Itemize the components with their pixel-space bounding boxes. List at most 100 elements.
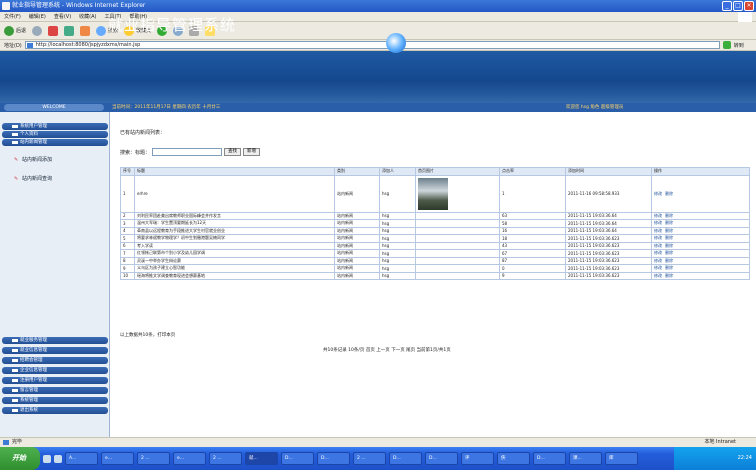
cell-category: 站内新闻: [334, 219, 380, 228]
col-image: 首页图片: [415, 167, 500, 176]
taskbar-task[interactable]: 就...: [245, 452, 278, 465]
cell-index: 6: [120, 241, 135, 250]
col-added: 添加时间: [565, 167, 652, 176]
menu-file[interactable]: 文件(F): [4, 13, 21, 20]
sidebar-group-7[interactable]: 系统管理: [2, 397, 108, 404]
taskbar-task[interactable]: 2 ...: [209, 452, 242, 465]
menu-favorites[interactable]: 收藏(A): [79, 13, 96, 20]
close-button[interactable]: ×: [744, 1, 754, 11]
sidebar-group-system-users[interactable]: 系统用户管理: [2, 123, 108, 130]
sidebar-group-1[interactable]: 就业服务管理: [2, 337, 108, 344]
taskbar: 开始 A... e... 2 ... e... 2 ... 就... D... D... 2 .…: [0, 447, 756, 470]
taskbar-task[interactable]: D...: [533, 452, 566, 465]
refresh-button[interactable]: [64, 25, 75, 36]
cell-author: hsg: [379, 241, 416, 250]
cell-title[interactable]: 灵溪一中举办学生辩论赛: [134, 256, 335, 265]
edit-link[interactable]: 修改: [654, 250, 662, 255]
taskbar-task[interactable]: A...: [65, 452, 98, 465]
home-button[interactable]: [80, 25, 91, 36]
maximize-button[interactable]: □: [733, 1, 743, 11]
cell-image: [415, 249, 500, 258]
taskbar-task[interactable]: e...: [173, 452, 206, 465]
edit-link[interactable]: 修改: [654, 265, 662, 270]
pager[interactable]: 共10条记录 10条/页 首页 上一页 下一页 尾页 当前第1页/共1页: [323, 347, 451, 353]
taskbar-task[interactable]: 2 ...: [137, 452, 170, 465]
taskbar-task[interactable]: 侠: [497, 452, 530, 465]
cell-author: hsg: [379, 271, 416, 280]
windows-logo-icon: [738, 12, 752, 22]
go-arrow-icon[interactable]: [722, 41, 731, 49]
taskbar-task[interactable]: 课...: [569, 452, 602, 465]
cell-title[interactable]: 义乌区为孩子建立心智功能: [134, 264, 335, 273]
edit-link[interactable]: 修改: [654, 191, 662, 196]
delete-link[interactable]: 删除: [665, 273, 673, 278]
sidebar-group-news[interactable]: 站内新闻管理: [2, 139, 108, 146]
sidebar-group-2[interactable]: 就业信息管理: [2, 347, 108, 354]
clock: 22:24: [737, 455, 752, 461]
delete-link[interactable]: 删除: [665, 250, 673, 255]
cell-image: [415, 271, 500, 280]
cell-title[interactable]: 红领帐己联第市个别小学及幼儿园学调: [134, 249, 335, 258]
sidebar-group-5[interactable]: 注册用户管理: [2, 377, 108, 384]
delete-link[interactable]: 删除: [665, 235, 673, 240]
edit-link[interactable]: 修改: [654, 220, 662, 225]
edit-link[interactable]: 修改: [654, 235, 662, 240]
sidebar-group-6[interactable]: 留言管理: [2, 387, 108, 394]
cell-title[interactable]: 考入学读: [134, 241, 335, 250]
folder-icon: [12, 141, 18, 144]
cell-title[interactable]: 瑶海将推文学调查教育现进会想赛基地: [134, 271, 335, 280]
sidebar-group-3[interactable]: 招聘会管理: [2, 357, 108, 364]
edit-link[interactable]: 修改: [654, 273, 662, 278]
minimize-button[interactable]: _: [722, 1, 732, 11]
sidebar-group-4[interactable]: 企业信息管理: [2, 367, 108, 374]
delete-link[interactable]: 删除: [665, 191, 673, 196]
sidebar-item-news-add[interactable]: ✎ 站内新闻添加: [14, 156, 52, 163]
address-input[interactable]: http://localhost:8080/jspjyzdxms/main.js…: [24, 41, 720, 49]
folder-icon: [12, 399, 18, 402]
delete-link[interactable]: 删除: [665, 258, 673, 263]
quicklaunch-desktop-icon[interactable]: [54, 454, 62, 463]
start-button[interactable]: 开始: [0, 447, 40, 470]
edit-link[interactable]: 修改: [654, 213, 662, 218]
back-button[interactable]: 后退: [4, 25, 26, 36]
menu-view[interactable]: 查看(V): [54, 13, 71, 20]
cell-title[interactable]: 刘利民率团赴美出席教师职业国际峰会并作发言: [134, 211, 335, 220]
taskbar-task[interactable]: D...: [317, 452, 350, 465]
delete-link[interactable]: 删除: [665, 213, 673, 218]
taskbar-task[interactable]: D...: [389, 452, 422, 465]
cell-author: hsg: [379, 234, 416, 243]
taskbar-task[interactable]: e...: [101, 452, 134, 465]
delete-link[interactable]: 删除: [665, 228, 673, 233]
edit-link[interactable]: 修改: [654, 243, 662, 248]
search-icon: [96, 25, 107, 36]
taskbar-task[interactable]: 2 ...: [353, 452, 386, 465]
edit-link[interactable]: 修改: [654, 228, 662, 233]
cell-title[interactable]: 革南县以远程教育为手段推进大学生村官就业创业: [134, 226, 335, 235]
cell-ops: 修改 删除: [651, 174, 750, 213]
cell-index: 7: [120, 249, 135, 258]
add-button[interactable]: 新增: [243, 148, 261, 156]
taskbar-task[interactable]: 库: [605, 452, 638, 465]
edit-link[interactable]: 修改: [654, 258, 662, 263]
address-label: 地址(D): [4, 42, 22, 49]
sidebar-item-news-query[interactable]: ✎ 站内新闻查询: [14, 175, 52, 182]
delete-link[interactable]: 删除: [665, 265, 673, 270]
search-button[interactable]: 查找: [224, 148, 242, 156]
cell-title[interactable]: erhre: [134, 174, 335, 213]
delete-link[interactable]: 删除: [665, 243, 673, 248]
menu-edit[interactable]: 编辑(E): [29, 13, 46, 20]
search-input[interactable]: [152, 148, 223, 156]
taskbar-task[interactable]: D...: [425, 452, 458, 465]
taskbar-task[interactable]: 评: [461, 452, 494, 465]
taskbar-task[interactable]: D...: [281, 452, 314, 465]
stop-button[interactable]: [48, 25, 59, 36]
quicklaunch-ie-icon[interactable]: [43, 454, 51, 463]
sidebar-group-profile[interactable]: 个人资料: [2, 131, 108, 138]
forward-button[interactable]: [32, 25, 43, 36]
col-index: 序号: [120, 167, 135, 176]
delete-link[interactable]: 删除: [665, 220, 673, 225]
sidebar-group-8[interactable]: 退出系统: [2, 407, 108, 414]
go-button[interactable]: 转到: [734, 42, 744, 49]
cell-title[interactable]: 将要求林斌教学物理学？初中生划撤港题吴楠同学: [134, 234, 335, 243]
cell-title[interactable]: 温州大军瑞：学生置顶要期延长为12天: [134, 219, 335, 228]
